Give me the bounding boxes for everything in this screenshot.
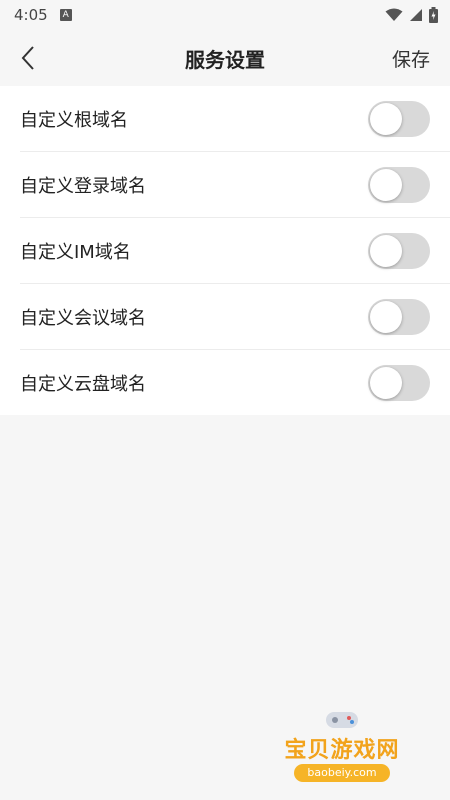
setting-label: 自定义会议域名	[20, 307, 146, 329]
signal-icon	[410, 9, 422, 21]
toggle-knob	[370, 168, 402, 201]
chevron-left-icon	[21, 46, 34, 70]
setting-label: 自定义登录域名	[20, 175, 146, 197]
setting-row-cloud-disk-domain: 自定义云盘域名	[20, 350, 450, 415]
toggle-knob	[370, 102, 402, 135]
toggle-knob	[370, 300, 402, 333]
setting-row-login-domain: 自定义登录域名	[20, 152, 450, 218]
setting-row-root-domain: 自定义根域名	[20, 86, 450, 152]
watermark-url: baobeiy.com	[294, 764, 390, 782]
battery-icon	[429, 7, 438, 23]
setting-label: 自定义根域名	[20, 109, 128, 131]
cloud-disk-domain-toggle[interactable]	[368, 364, 430, 401]
wifi-icon	[385, 8, 403, 21]
gamepad-icon	[326, 712, 358, 728]
root-domain-toggle[interactable]	[368, 100, 430, 137]
header-bar: 服务设置 保存	[0, 30, 450, 86]
im-domain-toggle[interactable]	[368, 232, 430, 269]
settings-list: 自定义根域名 自定义登录域名 自定义IM域名 自定义会议域名 自定义云盘域名	[0, 86, 450, 415]
setting-label: 自定义云盘域名	[20, 373, 146, 395]
status-time: 4:05	[14, 6, 48, 24]
back-button[interactable]	[0, 30, 56, 86]
save-button[interactable]: 保存	[372, 45, 450, 72]
setting-row-im-domain: 自定义IM域名	[20, 218, 450, 284]
toggle-knob	[370, 366, 402, 399]
setting-label: 自定义IM域名	[20, 241, 131, 263]
watermark-text: 宝贝游戏网	[284, 738, 400, 763]
status-bar: 4:05 A	[0, 0, 450, 30]
watermark-logo: 宝贝游戏网 baobeiy.com	[272, 704, 412, 794]
login-domain-toggle[interactable]	[368, 166, 430, 203]
notification-icon: A	[59, 9, 72, 21]
meeting-domain-toggle[interactable]	[368, 298, 430, 335]
setting-row-meeting-domain: 自定义会议域名	[20, 284, 450, 350]
toggle-knob	[370, 234, 402, 267]
